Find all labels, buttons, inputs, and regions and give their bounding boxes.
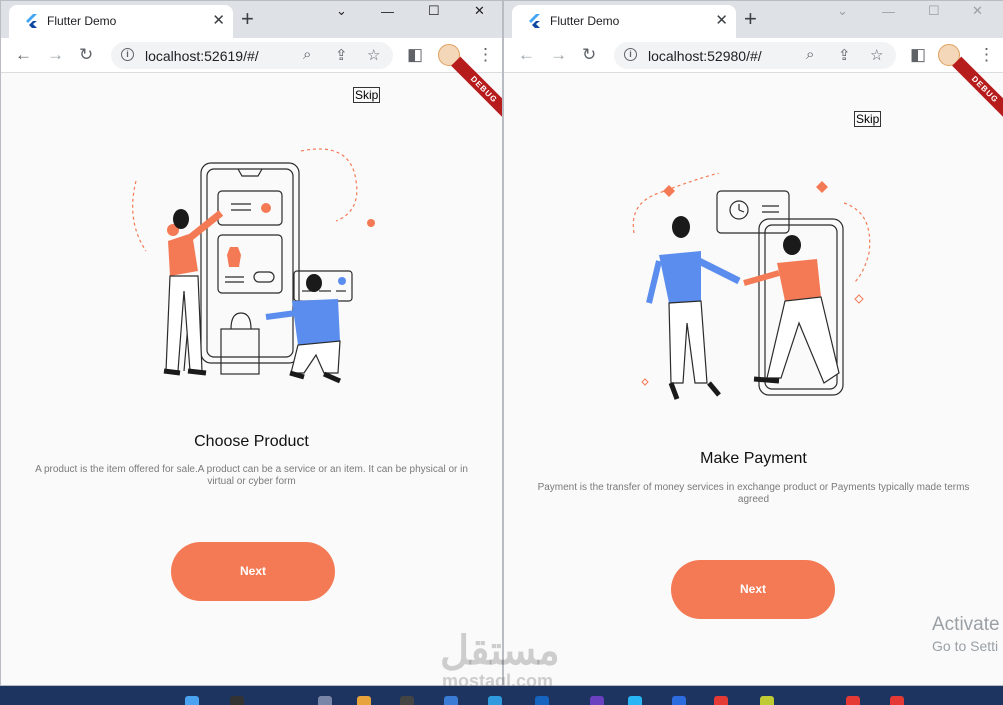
close-window-icon[interactable]: ✕ — [474, 3, 485, 19]
tab-title: Flutter Demo — [550, 14, 620, 28]
next-button[interactable]: Next — [671, 560, 835, 619]
info-icon[interactable]: i — [624, 48, 637, 61]
address-bar[interactable]: i localhost:52980/#/ ⌕ ⇪ ☆ — [614, 42, 896, 69]
browser-toolbar: ← → ↻ i localhost:52619/#/ ⌕ ⇪ ☆ ◧ ⋮ — [1, 38, 502, 73]
taskbar-app-icon[interactable] — [714, 696, 728, 705]
browser-window-2: Flutter Demo ✕ + ⌄ — ☐ ✕ ← → ↻ i localho… — [503, 0, 1003, 686]
taskbar — [0, 686, 1003, 705]
activation-notice-title: Activate — [932, 614, 1000, 635]
share-icon[interactable]: ⇪ — [335, 46, 348, 64]
skip-button[interactable]: Skip — [353, 87, 381, 103]
search-icon[interactable] — [230, 696, 244, 705]
tab-strip: Flutter Demo ✕ + ⌄ — ☐ ✕ — [1, 1, 502, 38]
browser-tab[interactable]: Flutter Demo ✕ — [9, 5, 233, 38]
close-icon[interactable]: ✕ — [212, 12, 225, 30]
taskbar-app-icon[interactable] — [672, 696, 686, 705]
reload-icon[interactable]: ↻ — [582, 45, 596, 65]
taskbar-app-icon[interactable] — [628, 696, 642, 705]
kebab-menu-icon[interactable]: ⋮ — [978, 45, 995, 65]
app-content: DEBUG Skip — [1, 56, 502, 685]
sidepanel-icon[interactable]: ◧ — [910, 45, 926, 65]
folder-icon[interactable] — [357, 696, 371, 705]
app-content: DEBUG Skip — [504, 56, 1003, 685]
flutter-logo-icon — [26, 14, 37, 28]
watermark: مستقل mostaql.com — [440, 630, 560, 690]
chevron-down-icon[interactable]: ⌄ — [336, 3, 347, 19]
windows-start-icon[interactable] — [185, 696, 199, 705]
reload-icon[interactable]: ↻ — [79, 45, 93, 65]
taskbar-app-icon[interactable] — [590, 696, 604, 705]
back-icon[interactable]: ← — [518, 45, 535, 65]
maximize-icon[interactable]: ☐ — [428, 3, 440, 19]
sidepanel-icon[interactable]: ◧ — [407, 45, 423, 65]
back-icon[interactable]: ← — [15, 45, 32, 65]
browser-window-1: Flutter Demo ✕ + ⌄ — ☐ ✕ ← → ↻ i localho… — [0, 0, 503, 686]
browser-tab[interactable]: Flutter Demo ✕ — [512, 5, 736, 38]
plus-icon[interactable]: + — [241, 7, 254, 31]
browser-toolbar: ← → ↻ i localhost:52980/#/ ⌕ ⇪ ☆ ◧ ⋮ — [504, 38, 1003, 73]
chrome-taskbar-icon[interactable] — [890, 696, 904, 705]
chrome-taskbar-icon[interactable] — [846, 696, 860, 705]
onboarding-description: Payment is the transfer of money service… — [537, 482, 970, 505]
url-text: localhost:52619/#/ — [145, 48, 259, 64]
onboarding-title: Make Payment — [700, 450, 807, 467]
shopping-illustration — [132, 148, 375, 391]
url-text: localhost:52980/#/ — [648, 48, 762, 64]
watermark-arabic: مستقل — [440, 629, 560, 673]
taskbar-app-icon[interactable] — [400, 696, 414, 705]
taskbar-app-icon[interactable] — [318, 696, 332, 705]
forward-icon[interactable]: → — [550, 45, 567, 65]
close-icon[interactable]: ✕ — [715, 12, 728, 30]
maximize-icon[interactable]: ☐ — [928, 3, 940, 19]
flutter-logo-icon — [529, 14, 540, 28]
plus-icon[interactable]: + — [744, 7, 757, 31]
taskbar-app-icon[interactable] — [535, 696, 549, 705]
minimize-icon[interactable]: — — [882, 4, 895, 20]
skip-button[interactable]: Skip — [854, 111, 882, 127]
info-icon[interactable]: i — [121, 48, 134, 61]
next-button[interactable]: Next — [171, 542, 335, 601]
forward-icon[interactable]: → — [47, 45, 64, 65]
star-icon[interactable]: ☆ — [367, 46, 380, 64]
taskbar-app-icon[interactable] — [488, 696, 502, 705]
onboarding-description: A product is the item offered for sale.A… — [35, 464, 468, 487]
close-window-icon[interactable]: ✕ — [972, 3, 983, 19]
kebab-menu-icon[interactable]: ⋮ — [477, 45, 494, 65]
tab-title: Flutter Demo — [47, 14, 117, 28]
star-icon[interactable]: ☆ — [870, 46, 883, 64]
tab-strip: Flutter Demo ✕ + ⌄ — ☐ ✕ — [504, 1, 1003, 38]
address-bar[interactable]: i localhost:52619/#/ ⌕ ⇪ ☆ — [111, 42, 393, 69]
taskbar-app-icon[interactable] — [760, 696, 774, 705]
payment-illustration — [632, 173, 871, 400]
onboarding-title: Choose Product — [194, 433, 309, 450]
taskbar-app-icon[interactable] — [444, 696, 458, 705]
share-icon[interactable]: ⇪ — [838, 46, 851, 64]
zoom-icon[interactable]: ⌕ — [806, 46, 814, 63]
activation-notice-subtitle[interactable]: Go to Setti — [932, 638, 998, 654]
chevron-down-icon[interactable]: ⌄ — [837, 3, 848, 19]
minimize-icon[interactable]: — — [381, 4, 394, 20]
zoom-icon[interactable]: ⌕ — [303, 46, 311, 63]
